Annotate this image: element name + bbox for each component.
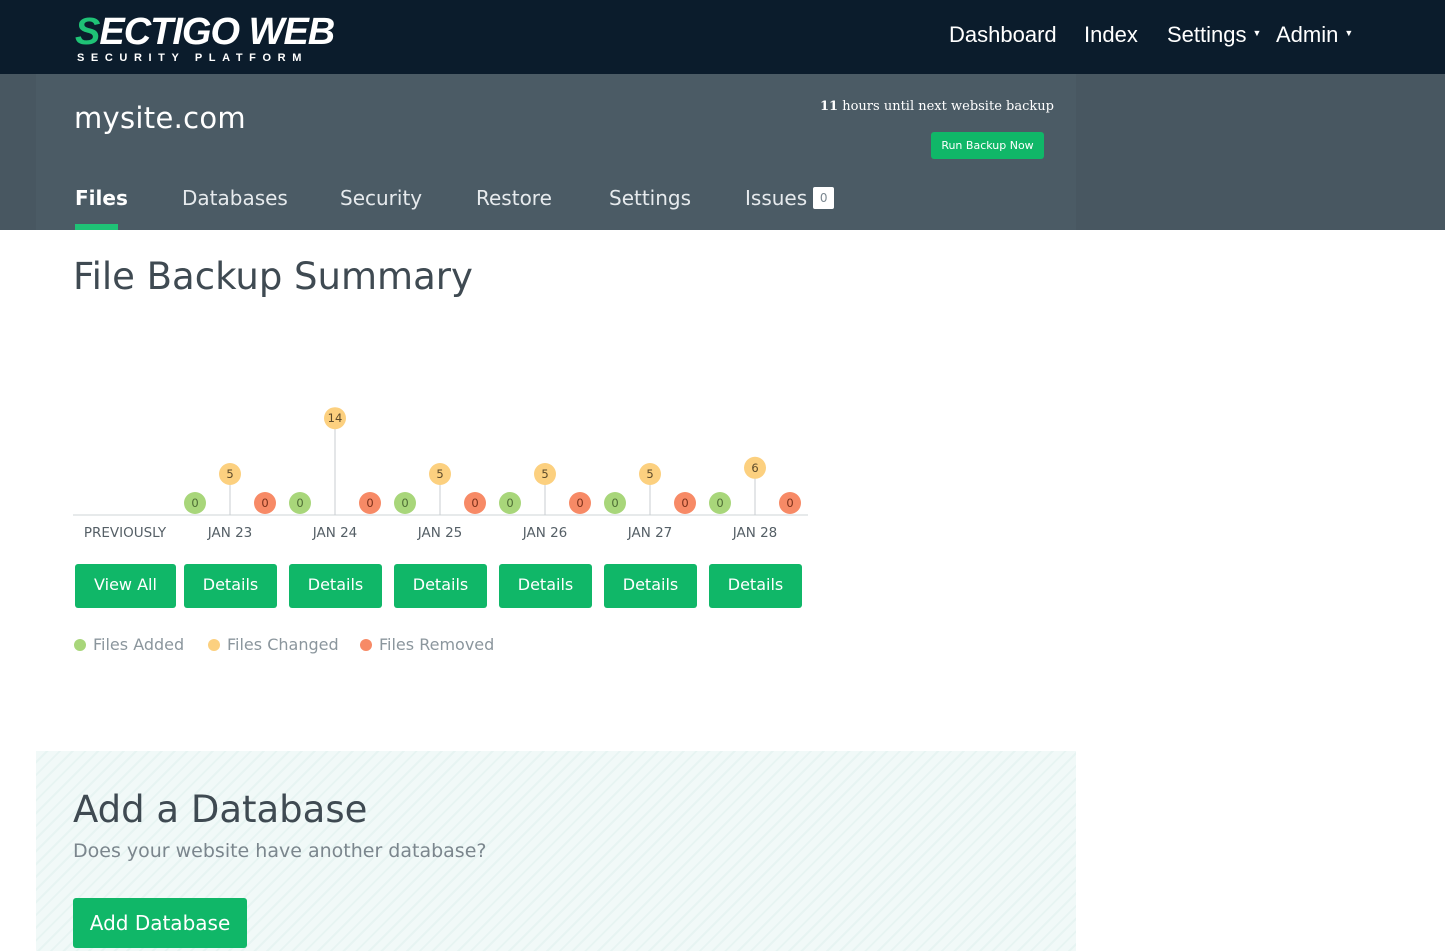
files-changed-value: 5 (646, 467, 653, 481)
issues-count-badge: 0 (813, 186, 835, 209)
add-database-title: Add a Database (73, 788, 368, 831)
active-tab-indicator (75, 224, 118, 230)
run-backup-now-button[interactable]: Run Backup Now (931, 132, 1044, 159)
files-changed-value: 5 (226, 467, 233, 481)
next-backup-note: 11 hours until next website backup (820, 99, 1054, 114)
legend-label-changed: Files Changed (227, 635, 339, 654)
legend-files-added: Files Added (74, 635, 184, 654)
files-added-point (289, 492, 311, 514)
legend-label-removed: Files Removed (379, 635, 495, 654)
x-axis-label: JAN 28 (732, 525, 778, 541)
legend-dot-changed (208, 638, 220, 651)
legend-files-changed: Files Changed (208, 635, 339, 654)
tab-security[interactable]: Security (340, 186, 422, 210)
sectigo-logo[interactable]: SECTIGO WEB SECURITY PLATFORM (75, 13, 335, 65)
files-changed-point (744, 456, 766, 479)
view-all-button[interactable]: View All (75, 564, 176, 608)
x-axis-label: JAN 26 (522, 525, 568, 541)
files-changed-value: 14 (328, 411, 343, 425)
files-removed-point (254, 492, 276, 514)
legend-files-removed: Files Removed (360, 635, 494, 654)
add-database-subtitle: Does your website have another database? (73, 840, 487, 862)
files-changed-value: 6 (751, 461, 758, 475)
nav-admin-dropdown[interactable]: Admin ▼ (1276, 22, 1353, 48)
files-removed-value: 0 (471, 496, 478, 510)
x-axis-label: PREVIOUSLY (84, 525, 167, 541)
files-added-value: 0 (716, 496, 723, 510)
files-added-point (394, 492, 416, 514)
x-axis-label: JAN 24 (312, 525, 358, 541)
files-added-point (184, 492, 206, 514)
top-navbar: SECTIGO WEB SECURITY PLATFORM Dashboard … (0, 0, 1445, 74)
tab-issues-label: Issues (745, 186, 808, 210)
files-added-value: 0 (506, 496, 513, 510)
files-removed-value: 0 (786, 496, 793, 510)
files-changed-point (324, 407, 346, 430)
files-removed-value: 0 (681, 496, 688, 510)
legend-dot-removed (360, 638, 372, 651)
tab-restore[interactable]: Restore (476, 186, 552, 210)
caret-down-icon: ▼ (1252, 28, 1262, 39)
files-removed-point (674, 492, 696, 514)
details-button-jan-23[interactable]: Details (184, 564, 277, 608)
files-added-point (604, 492, 626, 514)
files-added-value: 0 (191, 496, 198, 510)
file-backup-summary-title: File Backup Summary (73, 255, 473, 298)
nav-settings-label: Settings (1167, 22, 1247, 47)
files-changed-point (429, 463, 451, 485)
files-changed-point (639, 463, 661, 485)
files-added-point (499, 492, 521, 514)
nav-settings-dropdown[interactable]: Settings ▼ (1167, 22, 1261, 48)
files-added-value: 0 (296, 496, 303, 510)
files-changed-point (219, 463, 241, 485)
x-axis-label: JAN 23 (207, 525, 253, 541)
caret-down-icon: ▼ (1344, 28, 1354, 39)
files-removed-point (779, 492, 801, 514)
backup-note-text: hours until next website backup (842, 99, 1054, 114)
details-button-jan-25[interactable]: Details (394, 564, 487, 608)
logo-wordmark: SECTIGO WEB (75, 11, 335, 53)
x-axis-label: JAN 27 (627, 525, 673, 541)
x-axis-label: JAN 25 (417, 525, 463, 541)
legend-dot-added (74, 638, 86, 651)
files-changed-value: 5 (541, 467, 548, 481)
tab-issues[interactable]: Issues 0 (745, 186, 835, 211)
files-removed-point (359, 492, 381, 514)
nav-index[interactable]: Index (1084, 22, 1138, 48)
files-removed-point (569, 492, 591, 514)
add-database-button[interactable]: Add Database (73, 898, 247, 948)
tab-databases[interactable]: Databases (182, 186, 288, 210)
details-button-jan-24[interactable]: Details (289, 564, 382, 608)
files-removed-value: 0 (261, 496, 268, 510)
nav-admin-label: Admin (1276, 22, 1339, 47)
details-button-jan-27[interactable]: Details (604, 564, 697, 608)
files-added-point (709, 492, 731, 514)
details-button-jan-26[interactable]: Details (499, 564, 592, 608)
files-removed-value: 0 (366, 496, 373, 510)
tab-settings[interactable]: Settings (609, 186, 691, 210)
files-removed-value: 0 (576, 496, 583, 510)
nav-dashboard[interactable]: Dashboard (949, 22, 1057, 48)
files-changed-point (534, 463, 556, 485)
backup-hours: 11 (820, 99, 839, 114)
files-added-value: 0 (611, 496, 618, 510)
site-name: mysite.com (74, 101, 246, 135)
tab-files[interactable]: Files (75, 186, 128, 210)
logo-tagline: SECURITY PLATFORM (77, 52, 308, 64)
legend-label-added: Files Added (93, 635, 185, 654)
files-added-value: 0 (401, 496, 408, 510)
details-button-jan-28[interactable]: Details (709, 564, 802, 608)
files-changed-value: 5 (436, 467, 443, 481)
files-removed-point (464, 492, 486, 514)
